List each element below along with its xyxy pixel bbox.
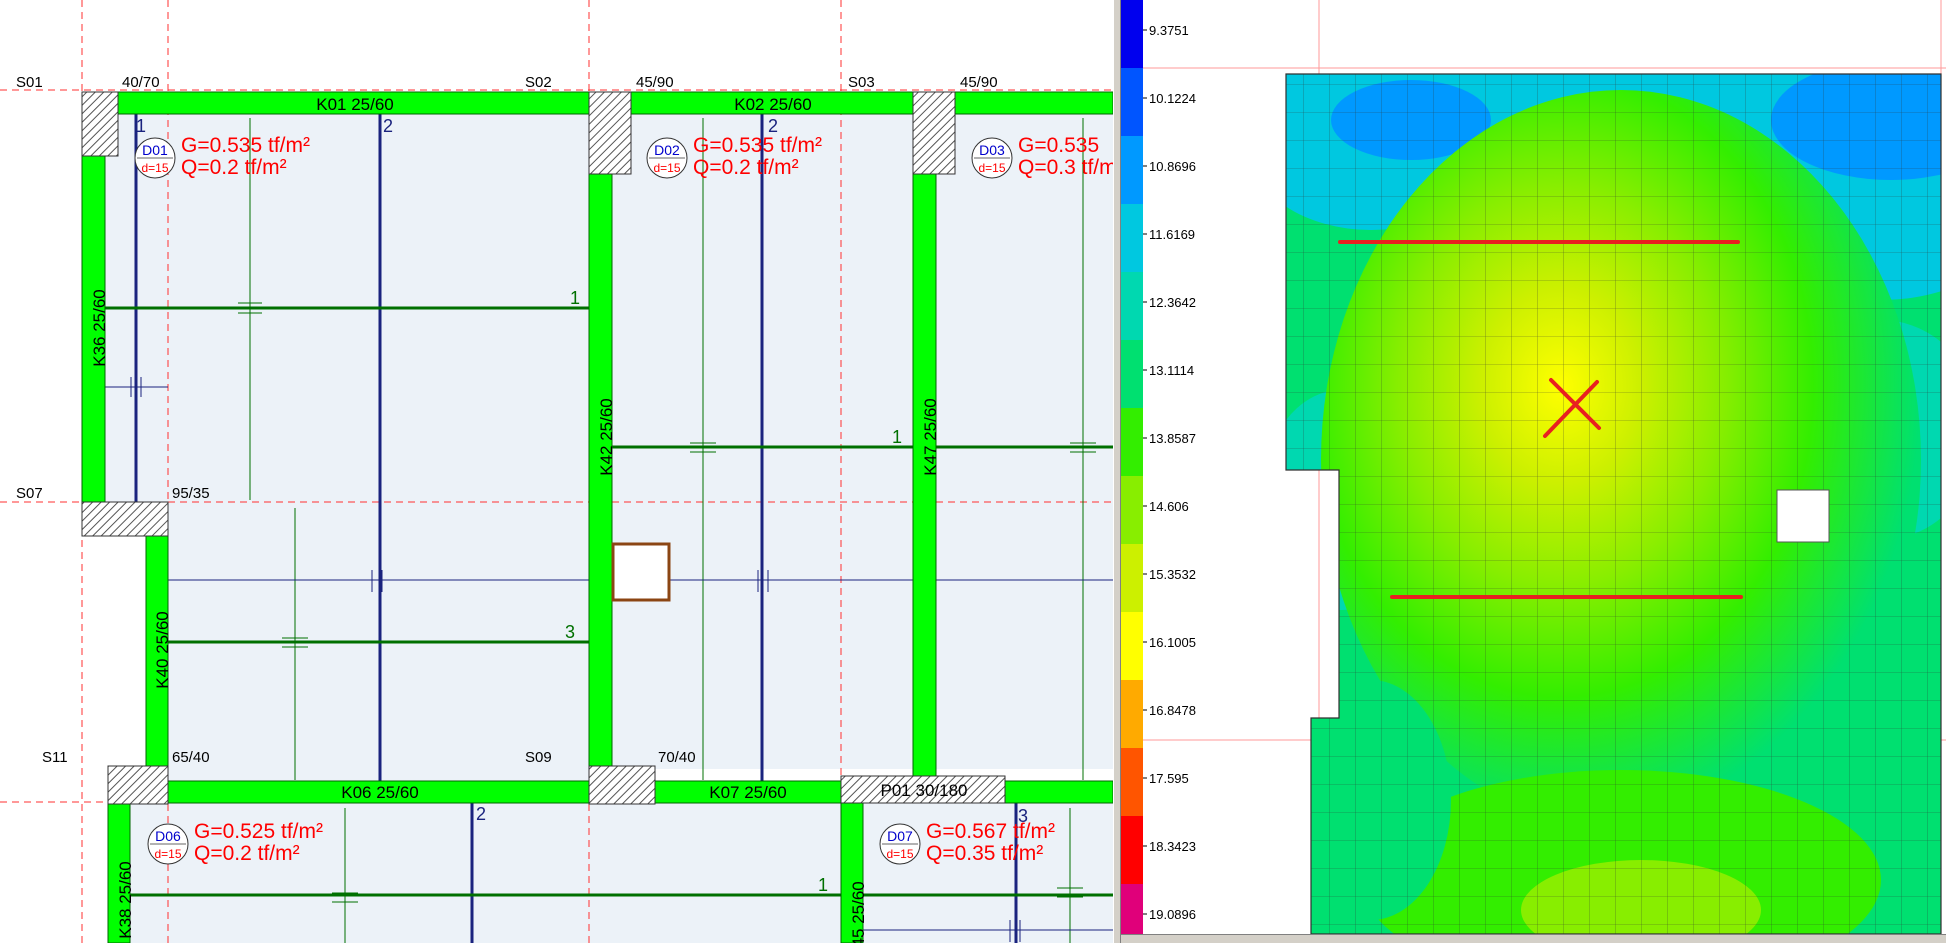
legend-swatch	[1121, 884, 1143, 943]
beam-label: K40 25/60	[153, 611, 172, 689]
strip-number: 1	[892, 427, 902, 447]
legend-swatch	[1121, 68, 1143, 136]
strip-number: 2	[768, 116, 778, 136]
beam-label: K42 25/60	[597, 398, 616, 476]
legend-value: 16.8478	[1149, 703, 1196, 718]
slab-thickness: d=15	[653, 161, 680, 175]
horizontal-scrollbar[interactable]	[1121, 934, 1946, 943]
strip-number: 3	[565, 622, 575, 642]
legend-value: 19.0896	[1149, 907, 1196, 922]
strip-number: 3	[1018, 806, 1028, 826]
slab-id: D02	[654, 142, 680, 158]
beam-label: K38 25/60	[116, 861, 135, 939]
slab-opening[interactable]	[611, 542, 671, 602]
slab-dead-load: G=0.567 tf/m²	[926, 820, 1055, 843]
legend-swatch	[1121, 612, 1143, 680]
axis-label-s02: S02	[525, 74, 552, 91]
slab-live-load: Q=0.2 tf/m²	[693, 156, 799, 179]
strip-number: 1	[818, 875, 828, 895]
slab-dead-load: G=0.535 tf/m²	[181, 134, 310, 157]
axis-label-s03: S03	[848, 74, 875, 91]
slab-live-load: Q=0.2 tf/m²	[181, 156, 287, 179]
beam-label: K45 25/60	[849, 881, 868, 943]
strip-number: 2	[383, 116, 393, 136]
floor-plan-canvas[interactable]: S01 S02 S03 S07 S11 S09 40/70 45/90 45/90 95/35 65…	[0, 0, 1113, 943]
slab-thickness: d=15	[978, 161, 1005, 175]
legend-value: 12.3642	[1149, 295, 1196, 310]
panel-splitter[interactable]	[1113, 0, 1121, 943]
slab-dead-load: G=0.535	[1018, 134, 1099, 157]
slab-dead-load: G=0.525 tf/m²	[194, 820, 323, 843]
color-legend: 9.3751 10.1224 10.8696 11.6169 12.3642 13.111…	[1121, 0, 1196, 943]
axis-label-s01: S01	[16, 74, 43, 91]
legend-swatch	[1121, 0, 1143, 68]
legend-swatch	[1121, 272, 1143, 340]
contour-result-view[interactable]: 9.3751 10.1224 10.8696 11.6169 12.3642 13.111…	[1121, 0, 1946, 943]
slab-thickness: d=15	[141, 161, 168, 175]
slab-thickness: d=15	[886, 847, 913, 861]
legend-value: 15.3532	[1149, 567, 1196, 582]
column-size-label: 65/40	[172, 749, 210, 766]
axis-label-s11: S11	[42, 749, 68, 766]
slab-live-load: Q=0.35 tf/m²	[926, 842, 1043, 865]
beam-label: K07 25/60	[709, 783, 787, 802]
strip-number: 1	[136, 116, 146, 136]
slab-live-load: Q=0.3 tf/m	[1018, 156, 1113, 179]
legend-value: 16.1005	[1149, 635, 1196, 650]
legend-value: 13.8587	[1149, 431, 1196, 446]
legend-swatch	[1121, 816, 1143, 884]
beam-label: K36 25/60	[90, 289, 109, 367]
strip-number: 1	[570, 288, 580, 308]
slab-thickness: d=15	[154, 847, 181, 861]
beam-label: K02 25/60	[734, 95, 812, 114]
column-size-label: 95/35	[172, 485, 210, 502]
legend-swatch	[1121, 340, 1143, 408]
legend-value: 10.8696	[1149, 159, 1196, 174]
axis-label-s07: S07	[16, 485, 43, 502]
strip-number: 2	[476, 804, 486, 824]
legend-swatch	[1121, 476, 1143, 544]
axis-label-s09: S09	[525, 749, 552, 766]
column-size-label: 45/90	[960, 74, 998, 91]
beam-label: K06 25/60	[341, 783, 419, 802]
legend-swatch	[1121, 544, 1143, 612]
legend-value: 13.1114	[1149, 363, 1194, 378]
slab-id: D06	[155, 828, 181, 844]
slab-dead-load: G=0.535 tf/m²	[693, 134, 822, 157]
column-size-label: 40/70	[122, 74, 160, 91]
beam-label: P01 30/180	[881, 781, 968, 800]
slab-id: D03	[979, 142, 1005, 158]
slab-id: D07	[887, 828, 913, 844]
legend-value: 10.1224	[1149, 91, 1196, 106]
legend-swatch	[1121, 136, 1143, 204]
column-size-label: 45/90	[636, 74, 674, 91]
legend-swatch	[1121, 748, 1143, 816]
slab-id: D01	[142, 142, 168, 158]
legend-swatch	[1121, 680, 1143, 748]
legend-value: 17.595	[1149, 771, 1189, 786]
beam-label: K01 25/60	[316, 95, 394, 114]
legend-value: 11.6169	[1149, 227, 1195, 242]
beam-label: K47 25/60	[921, 398, 940, 476]
legend-value: 14.606	[1149, 499, 1189, 514]
contour-field	[1286, 74, 1941, 934]
legend-value: 9.3751	[1149, 23, 1189, 38]
slab-live-load: Q=0.2 tf/m²	[194, 842, 300, 865]
column-size-label: 70/40	[658, 749, 696, 766]
legend-swatch	[1121, 204, 1143, 272]
legend-value: 18.3423	[1149, 839, 1196, 854]
legend-swatch	[1121, 408, 1143, 476]
